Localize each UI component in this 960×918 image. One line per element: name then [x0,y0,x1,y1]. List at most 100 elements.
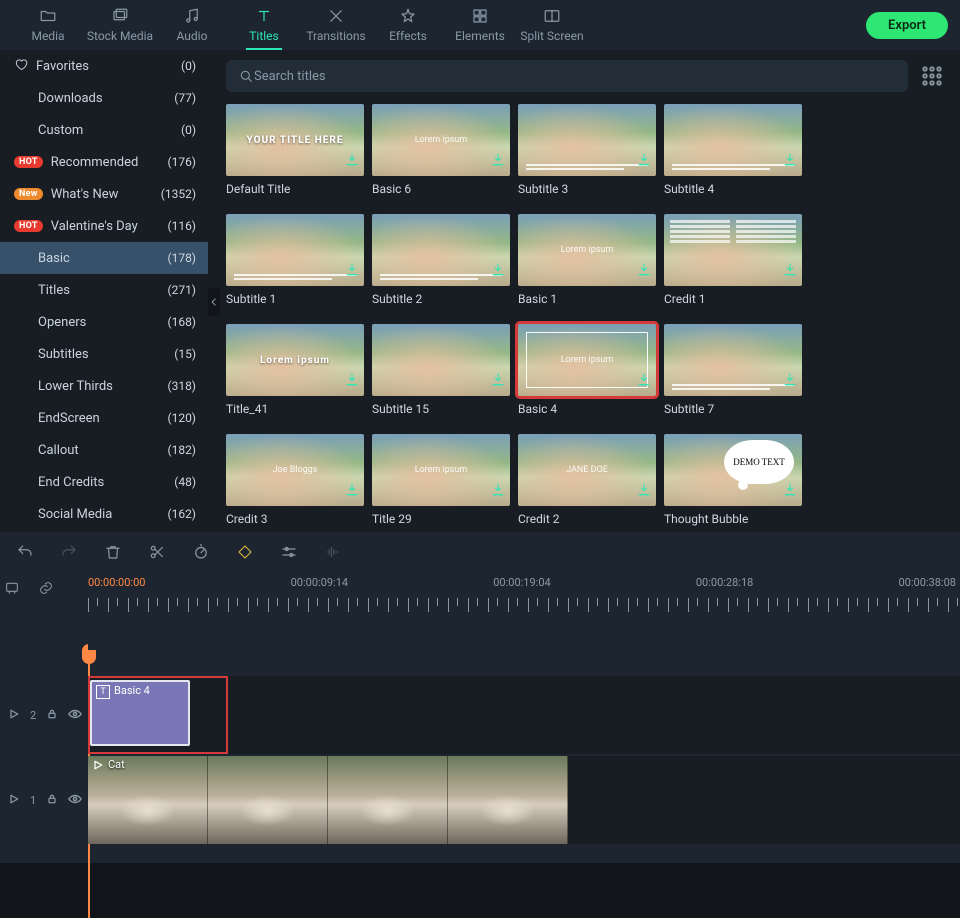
collapse-sidebar-handle[interactable] [208,288,220,316]
tab-media[interactable]: Media [12,1,84,49]
search-input[interactable] [254,69,896,84]
sidebar-item-end-credits[interactable]: End Credits(48) [0,466,208,498]
download-icon[interactable] [490,262,506,282]
sidebar-item-callout[interactable]: Callout(182) [0,434,208,466]
ruler-label: 00:00:38:08 [899,576,956,589]
download-icon[interactable] [636,482,652,502]
download-icon[interactable] [636,372,652,392]
title-card-credit-1[interactable]: Credit 1 [664,214,802,306]
titles-grid: YOUR TITLE HEREDefault TitleLorem ipsumB… [226,104,946,526]
tab-split-screen[interactable]: Split Screen [516,1,588,49]
split-button[interactable] [146,541,168,563]
card-caption: Subtitle 15 [372,402,510,416]
search-box[interactable] [226,60,908,92]
download-icon[interactable] [344,482,360,502]
sidebar-item-endscreen[interactable]: EndScreen(120) [0,402,208,434]
title-track-lane[interactable]: 2 TBasic 4 [0,676,960,754]
title-card-credit-3[interactable]: Joe BloggsCredit 3 [226,434,364,526]
tab-audio[interactable]: Audio [156,1,228,49]
tab-label: Audio [177,29,208,43]
ruler-row: 00:00:00:0000:00:09:1400:00:19:0400:00:2… [0,572,960,618]
view-toggle-button[interactable] [918,62,946,90]
sidebar-item-favorites[interactable]: Favorites(0) [0,50,208,82]
card-caption: Credit 3 [226,512,364,526]
title-card-thought-bubble[interactable]: DEMO TEXTThought Bubble [664,434,802,526]
title-clip-label: Basic 4 [114,684,150,697]
sidebar-item-recommended[interactable]: HOTRecommended(176) [0,146,208,178]
title-card-basic-6[interactable]: Lorem ipsumBasic 6 [372,104,510,196]
card-caption: Subtitle 4 [664,182,802,196]
title-card-subtitle-7[interactable]: Subtitle 7 [664,324,802,416]
download-icon[interactable] [344,152,360,172]
card-caption: Title 29 [372,512,510,526]
sidebar-item-whats-new[interactable]: NewWhat's New(1352) [0,178,208,210]
video-track-lane[interactable]: 1 Cat [0,756,960,844]
title-card-subtitle-4[interactable]: Subtitle 4 [664,104,802,196]
tab-elements[interactable]: Elements [444,1,516,49]
speed-button[interactable] [190,541,212,563]
tab-titles[interactable]: Titles [228,1,300,49]
time-ruler[interactable]: 00:00:00:0000:00:09:1400:00:19:0400:00:2… [88,572,960,618]
video-clip[interactable]: Cat [88,756,568,844]
download-icon[interactable] [782,152,798,172]
redo-button[interactable] [58,541,80,563]
download-icon[interactable] [782,372,798,392]
thumbnail: DEMO TEXT [664,434,802,506]
undo-button[interactable] [14,541,36,563]
sidebar-item-valentines[interactable]: HOTValentine's Day(116) [0,210,208,242]
title-card-subtitle-15[interactable]: Subtitle 15 [372,324,510,416]
audio-wave-button[interactable] [322,541,344,563]
eye-icon[interactable] [68,707,82,724]
sidebar-item-social-media[interactable]: Social Media(162) [0,498,208,530]
download-icon[interactable] [782,482,798,502]
download-icon[interactable] [490,372,506,392]
export-button[interactable]: Export [866,12,948,39]
adjust-button[interactable] [278,541,300,563]
card-caption: Default Title [226,182,364,196]
sidebar-item-custom[interactable]: Custom(0) [0,114,208,146]
thumbnail: Lorem ipsum [518,214,656,286]
sidebar-item-downloads[interactable]: Downloads(77) [0,82,208,114]
marker-tool[interactable] [4,580,20,600]
play-icon [8,793,20,808]
sidebar-item-subtitles[interactable]: Subtitles(15) [0,338,208,370]
download-icon[interactable] [636,262,652,282]
title-card-subtitle-2[interactable]: Subtitle 2 [372,214,510,306]
title-card-subtitle-3[interactable]: Subtitle 3 [518,104,656,196]
download-icon[interactable] [490,482,506,502]
sidebar-item-titles[interactable]: Titles(271) [0,274,208,306]
title-card-basic-1[interactable]: Lorem ipsumBasic 1 [518,214,656,306]
thumbnail [664,214,802,286]
title-card-title-29[interactable]: Lorem ipsumTitle 29 [372,434,510,526]
title-card-title-41[interactable]: Lorem ipsumTitle_41 [226,324,364,416]
title-card-credit-2[interactable]: JANE DOECredit 2 [518,434,656,526]
title-card-default-title[interactable]: YOUR TITLE HEREDefault Title [226,104,364,196]
sidebar-item-lower-thirds[interactable]: Lower Thirds(318) [0,370,208,402]
download-icon[interactable] [490,152,506,172]
title-card-subtitle-1[interactable]: Subtitle 1 [226,214,364,306]
keyframe-button[interactable] [234,541,256,563]
sidebar-item-openers[interactable]: Openers(168) [0,306,208,338]
title-clip[interactable]: TBasic 4 [90,680,190,746]
link-tool[interactable] [38,580,54,600]
title-card-basic-4[interactable]: Lorem ipsumBasic 4 [518,324,656,416]
lock-icon[interactable] [46,793,58,808]
lock-icon[interactable] [46,708,58,723]
download-icon[interactable] [344,262,360,282]
tab-stock-media[interactable]: Stock Media [84,1,156,49]
download-icon[interactable] [344,372,360,392]
video-clip-label: Cat [108,758,125,771]
tab-transitions[interactable]: Transitions [300,1,372,49]
download-icon[interactable] [782,262,798,282]
sidebar-item-basic[interactable]: Basic(178) [0,242,208,274]
eye-icon[interactable] [68,792,82,809]
tab-label: Titles [249,29,278,43]
sidebar-item-count: (0) [181,123,196,137]
sidebar-item-count: (168) [167,315,196,329]
download-icon[interactable] [636,152,652,172]
tab-effects[interactable]: Effects [372,1,444,49]
sidebar-item-count: (178) [167,251,196,265]
sidebar-item-count: (271) [167,283,196,297]
delete-button[interactable] [102,541,124,563]
sidebar-item-count: (182) [167,443,196,457]
